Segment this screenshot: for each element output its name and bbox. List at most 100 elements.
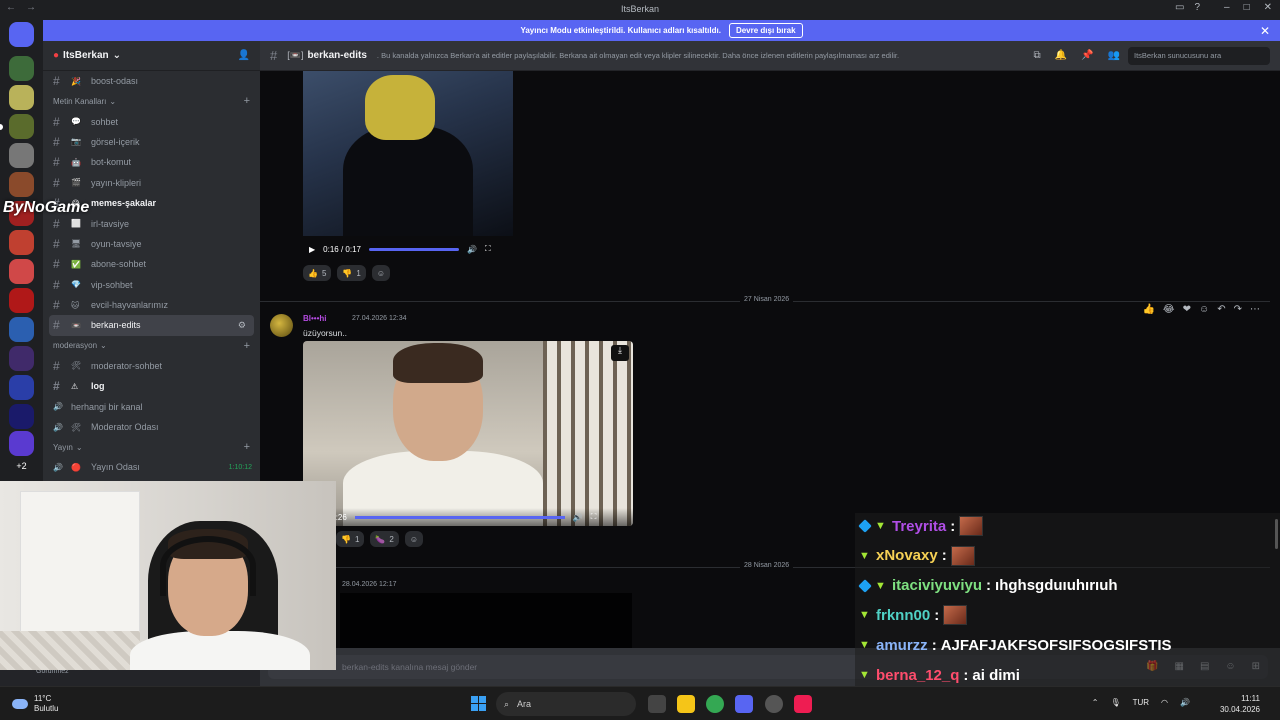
language-indicator[interactable]: TUR <box>1133 698 1149 707</box>
server-icon[interactable] <box>9 288 34 313</box>
more-servers[interactable]: +2 <box>9 461 34 479</box>
start-button[interactable] <box>471 696 486 711</box>
add-reaction-icon[interactable]: ☺ <box>404 531 424 547</box>
avatar[interactable] <box>270 314 293 337</box>
video-attachment[interactable]: ⤓ 0:26 / 0:26 🔊 ⛶ <box>303 341 633 526</box>
attachment-preview[interactable] <box>340 593 632 648</box>
channel-item[interactable]: 🔊 🛠 Moderator Odası <box>43 417 260 437</box>
server-icon[interactable] <box>9 56 34 81</box>
chat-username[interactable]: itaciviyuviyu <box>892 577 982 594</box>
invite-icon[interactable]: 👤 <box>238 50 250 61</box>
fullscreen-icon[interactable]: ⛶ <box>485 244 491 254</box>
chat-username[interactable]: xNovaxy <box>876 547 938 564</box>
server-icon[interactable] <box>9 172 34 197</box>
chrome-icon[interactable] <box>706 695 724 713</box>
chevron-up-icon[interactable]: ⌃ <box>1092 698 1099 707</box>
reaction[interactable]: 👎 1 <box>336 531 365 547</box>
channel-item[interactable]: # ✅ abone-sohbet <box>43 254 260 274</box>
inbox-icon[interactable]: ▭ <box>1175 2 1184 13</box>
reply-icon[interactable]: ↶ <box>1217 304 1225 315</box>
play-icon[interactable]: ▶ <box>309 245 315 254</box>
video-attachment[interactable] <box>303 71 513 236</box>
channel-item[interactable]: # 📼 berkan-edits ⚙ <box>49 315 254 336</box>
server-icon[interactable] <box>9 431 34 456</box>
video-progress[interactable] <box>354 515 565 519</box>
chat-username[interactable]: Treyrita <box>892 518 946 535</box>
scrollbar[interactable] <box>1275 519 1278 549</box>
channel-item[interactable]: # ⚠ log <box>43 376 260 396</box>
close-banner-icon[interactable]: ✕ <box>1260 24 1270 38</box>
channel-category[interactable]: Metin Kanalları ⌄ + <box>43 91 260 111</box>
laugh-icon[interactable]: 😂 <box>1163 304 1175 315</box>
back-icon[interactable]: ← <box>6 2 16 13</box>
help-icon[interactable]: ? <box>1194 2 1200 13</box>
message-author[interactable]: Bl•••hi <box>303 314 327 323</box>
channel-category[interactable]: moderasyon ⌄ + <box>43 336 260 356</box>
tiktok-icon[interactable] <box>794 695 812 713</box>
weather-widget[interactable]: 11°C Bulutlu <box>12 694 58 714</box>
search-input[interactable]: ItsBerkan sunucusunu ara <box>1128 47 1270 65</box>
add-channel-icon[interactable]: + <box>244 340 250 352</box>
task-view-icon[interactable] <box>648 695 666 713</box>
channel-item[interactable]: # 🎉 boost-odası <box>43 71 260 91</box>
server-icon[interactable] <box>9 143 34 168</box>
server-icon[interactable] <box>9 114 34 139</box>
volume-icon[interactable]: 🔊 <box>1180 698 1190 707</box>
forward-icon[interactable]: ↷ <box>1234 304 1242 315</box>
discord-taskbar-icon[interactable] <box>735 695 753 713</box>
server-icon[interactable] <box>9 404 34 429</box>
channel-item[interactable]: # 💬 sohbet <box>43 111 260 131</box>
channel-item[interactable]: # 🛠 moderator-sohbet <box>43 356 260 376</box>
minimize-icon[interactable]: – <box>1224 2 1230 13</box>
maximize-icon[interactable]: □ <box>1244 2 1250 13</box>
pin-icon[interactable]: 📌 <box>1081 50 1093 61</box>
discord-home-icon[interactable] <box>9 22 34 47</box>
server-icon[interactable] <box>9 259 34 284</box>
reaction[interactable]: 🍆 2 <box>370 531 399 547</box>
chat-username[interactable]: frknn00 <box>876 607 930 624</box>
volume-icon[interactable]: 🔊 <box>467 245 477 254</box>
video-progress[interactable] <box>368 247 459 251</box>
threads-icon[interactable]: ⧉ <box>1034 50 1041 61</box>
channel-item[interactable]: 🔊 🔴 Yayın Odası 1:10:12 <box>43 457 260 477</box>
thumbs-up-icon[interactable]: 👍 <box>1142 304 1154 315</box>
channel-category[interactable]: Yayın ⌄ + <box>43 437 260 457</box>
bell-icon[interactable]: 🔔 <box>1055 50 1067 61</box>
server-header[interactable]: ● ItsBerkan ⌄ 👤 <box>43 41 260 71</box>
server-icon[interactable] <box>9 317 34 342</box>
chat-username[interactable]: berna_12_q <box>876 667 959 684</box>
server-icon[interactable] <box>9 85 34 110</box>
volume-icon[interactable]: 🔊 <box>573 513 583 522</box>
chat-username[interactable]: amurzz <box>876 637 928 654</box>
add-channel-icon[interactable]: + <box>244 95 250 107</box>
forward-icon[interactable]: → <box>26 2 36 13</box>
reaction[interactable]: 👍 5 <box>303 265 332 281</box>
app-icon[interactable] <box>765 695 783 713</box>
wifi-icon[interactable]: ◠ <box>1161 698 1168 707</box>
heart-icon[interactable]: ❤ <box>1183 304 1191 315</box>
more-icon[interactable]: ⋯ <box>1250 304 1260 315</box>
add-reaction-icon[interactable]: ☺ <box>371 265 391 281</box>
channel-item[interactable]: # 🐱 evcil-hayvanlarımız <box>43 295 260 315</box>
close-window-icon[interactable]: ✕ <box>1264 2 1272 13</box>
add-reaction-icon[interactable]: ☺ <box>1199 304 1209 315</box>
settings-icon[interactable]: ⚙ <box>238 320 246 331</box>
channel-item[interactable]: 🔊 herhangi bir kanal <box>43 396 260 416</box>
channel-topic[interactable]: . Bu kanalda yalnızca Berkan'a ait editl… <box>377 51 899 60</box>
clock[interactable]: 11:11 30.04.2026 <box>1220 693 1260 715</box>
file-explorer-icon[interactable] <box>677 695 695 713</box>
server-icon[interactable] <box>9 346 34 371</box>
channel-item[interactable]: # 💎 vip-sohbet <box>43 275 260 295</box>
disable-streamer-mode-button[interactable]: Devre dışı bırak <box>728 23 803 38</box>
channel-item[interactable]: # 🎬 yayın-klipleri <box>43 173 260 193</box>
fullscreen-icon[interactable]: ⛶ <box>591 512 597 522</box>
channel-item[interactable]: # 📷 görsel-içerik <box>43 132 260 152</box>
server-icon[interactable] <box>9 230 34 255</box>
server-icon[interactable] <box>9 375 34 400</box>
members-icon[interactable]: 👥 <box>1108 50 1120 61</box>
taskbar-search[interactable]: ⌕ Ara <box>496 692 636 716</box>
mic-icon[interactable]: 🎙 <box>1110 698 1120 707</box>
channel-item[interactable]: # 🤖 bot-komut <box>43 152 260 172</box>
add-channel-icon[interactable]: + <box>244 441 250 453</box>
reaction[interactable]: 👎 1 <box>337 265 366 281</box>
